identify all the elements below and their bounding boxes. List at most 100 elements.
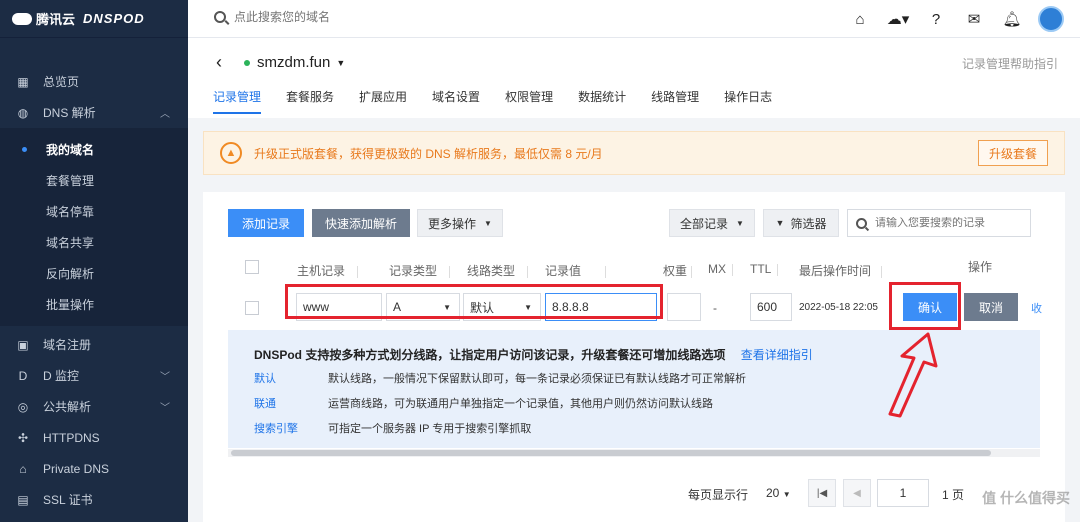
sidebar-item-public-dns[interactable]: ◎ 公共解析 ﹀ [0, 391, 188, 422]
info-row-search-engine: 搜索引擎 可指定一个服务器 IP 专用于搜索引擎抓取 [254, 420, 531, 436]
upgrade-button[interactable]: 升级套餐 [977, 140, 1048, 166]
nav-top: ▦ 总览页 ◍ DNS 解析 ︿ [0, 66, 188, 128]
avatar[interactable] [1038, 6, 1064, 32]
per-page-select[interactable]: 20 ▼ [766, 486, 791, 500]
domain-header: ‹ smzdm.fun ▼ 记录管理帮助指引 记录管理 套餐服务 扩展应用 域名… [188, 38, 1080, 118]
col-ttl: TTL [750, 262, 779, 276]
prev-page-button[interactable]: ◀ [843, 479, 871, 507]
sidebar-item-my-domains[interactable]: 我的域名 [0, 134, 188, 165]
info-row-default: 默认 默认线路，一般情况下保留默认即可，每一条记录必须保证已有默认线路才可正常解析 [254, 370, 746, 386]
status-dot-icon [244, 59, 250, 66]
line-default-link[interactable]: 默认 [254, 370, 328, 386]
info-title: DNSPod 支持按多种方式划分线路，让指定用户访问该记录，升级套餐还可增加线路… [254, 348, 813, 362]
annotation-arrow-icon [888, 332, 938, 418]
sidebar-item-sharing[interactable]: 域名共享 [0, 227, 188, 258]
tab-domain-settings[interactable]: 域名设置 [432, 88, 480, 114]
col-value: 记录值 [545, 262, 607, 279]
nav-bottom: ▣ 域名注册 D D 监控 ﹀ ◎ 公共解析 ﹀ ✣ HTTPDNS ⌂ Pri… [0, 329, 188, 515]
sidebar-item-registration[interactable]: ▣ 域名注册 [0, 329, 188, 360]
row-checkbox[interactable] [245, 301, 259, 315]
logo[interactable]: 腾讯云 DNSPOD [0, 0, 188, 38]
col-mx: MX [708, 262, 733, 276]
private-dns-icon: ⌂ [19, 461, 27, 476]
httpdns-icon: ✣ [17, 430, 29, 445]
quick-add-button[interactable]: 快速添加解析 [312, 209, 410, 237]
caret-down-icon: ▼ [736, 218, 744, 228]
help-icon[interactable]: ? [924, 7, 948, 31]
total-pages: 1 页 [942, 488, 965, 502]
line-search-engine-link[interactable]: 搜索引擎 [254, 420, 328, 436]
sidebar-item-monitor[interactable]: D D 监控 ﹀ [0, 360, 188, 391]
details-link[interactable]: 查看详细指引 [741, 348, 813, 362]
domain-selector[interactable]: smzdm.fun ▼ [244, 54, 345, 71]
ssl-icon: ▤ [17, 492, 29, 507]
upgrade-notice: ▲ 升级正式版套餐，获得更极致的 DNS 解析服务，最低仅需 8 元/月 升级套… [203, 131, 1065, 175]
sidebar-item-httpdns[interactable]: ✣ HTTPDNS [0, 422, 188, 453]
help-link[interactable]: 记录管理帮助指引 [962, 55, 1058, 72]
tencent-cloud-logo-icon [12, 12, 32, 25]
collapse-link[interactable]: 收 [1031, 300, 1042, 316]
domain-name: smzdm.fun [257, 54, 331, 71]
brand-name: 腾讯云 [36, 12, 76, 27]
bell-icon[interactable]: 🔔︎ [1000, 7, 1024, 31]
chat-icon[interactable]: ✉ [962, 7, 986, 31]
cancel-button[interactable]: 取消 [964, 293, 1018, 321]
filter-button[interactable]: ▼ 筛选器 [763, 209, 839, 237]
scrollbar-thumb[interactable] [231, 450, 991, 456]
tab-extensions[interactable]: 扩展应用 [359, 88, 407, 114]
weight-input[interactable] [667, 293, 701, 321]
notice-text: 升级正式版套餐，获得更极致的 DNS 解析服务，最低仅需 8 元/月 [254, 146, 603, 161]
more-actions-button[interactable]: 更多操作 ▼ [417, 209, 503, 237]
add-record-button[interactable]: 添加记录 [228, 209, 304, 237]
first-page-button[interactable]: |◀ [808, 479, 836, 507]
col-host: 主机记录 [297, 262, 359, 279]
info-row-unicom: 联通 运营商线路，可为联通用户单独指定一个记录值，其他用户则仍然访问默认线路 [254, 395, 713, 411]
select-all-checkbox[interactable] [245, 260, 259, 274]
register-icon: ▣ [17, 337, 29, 352]
sidebar-item-dns[interactable]: ◍ DNS 解析 ︿ [0, 97, 188, 128]
sidebar-item-private-dns[interactable]: ⌂ Private DNS [0, 453, 188, 484]
caret-down-icon: ▼ [782, 490, 791, 499]
cloud-menu-icon[interactable]: ☁▾ [886, 7, 910, 31]
domain-search-input[interactable] [234, 10, 434, 24]
record-search-input[interactable] [875, 217, 1025, 229]
tabs: 记录管理 套餐服务 扩展应用 域名设置 权限管理 数据统计 线路管理 操作日志 [213, 88, 797, 114]
sidebar-item-reverse[interactable]: 反向解析 [0, 258, 188, 289]
highlight-box-inputs [285, 284, 663, 319]
topbar: ⌂ ☁▾ ? ✉ 🔔︎ [188, 0, 1080, 38]
page-input[interactable]: 1 [877, 479, 929, 507]
sidebar-item-batch[interactable]: 批量操作 [0, 289, 188, 320]
col-type: 记录类型 [389, 262, 451, 279]
sidebar: 腾讯云 DNSPOD ▦ 总览页 ◍ DNS 解析 ︿ 我的域名 套餐管理 域名… [0, 0, 188, 522]
sidebar-item-overview[interactable]: ▦ 总览页 [0, 66, 188, 97]
top-icons: ⌂ ☁▾ ? ✉ 🔔︎ [834, 6, 1064, 32]
edit-record-row: www A ▼ 默认 ▼ 8.8.8.8 - 600 2022-05-18 22:0… [203, 282, 1065, 330]
monitor-icon: D [18, 368, 28, 383]
table-header: 主机记录 记录类型 线路类型 记录值 权重 MX TTL 最后操作时间 操作 [203, 254, 1065, 284]
line-unicom-link[interactable]: 联通 [254, 395, 328, 411]
tab-logs[interactable]: 操作日志 [724, 88, 772, 114]
ttl-input[interactable]: 600 [750, 293, 792, 321]
tab-lines[interactable]: 线路管理 [651, 88, 699, 114]
col-actions: 操作 [968, 260, 993, 274]
sidebar-item-plans[interactable]: 套餐管理 [0, 165, 188, 196]
sidebar-item-parking[interactable]: 域名停靠 [0, 196, 188, 227]
filter-icon: ▼ [775, 218, 785, 228]
back-icon[interactable]: ‹ [216, 52, 222, 73]
tab-statistics[interactable]: 数据统计 [578, 88, 626, 114]
home-icon[interactable]: ⌂ [848, 7, 872, 31]
public-dns-icon: ◎ [17, 399, 29, 414]
watermark: 值 什么值得买 [982, 490, 1070, 506]
sidebar-item-ssl[interactable]: ▤ SSL 证书 [0, 484, 188, 515]
tab-permissions[interactable]: 权限管理 [505, 88, 553, 114]
highlight-box-confirm [889, 282, 961, 330]
tab-plan[interactable]: 套餐服务 [286, 88, 334, 114]
all-records-button[interactable]: 全部记录 ▼ [669, 209, 755, 237]
caret-down-icon: ▼ [484, 218, 492, 228]
rocket-icon: ▲ [220, 142, 242, 164]
chevron-down-icon: ﹀ [160, 403, 170, 414]
tab-records[interactable]: 记录管理 [213, 88, 262, 114]
record-search[interactable] [847, 209, 1031, 237]
domain-search[interactable] [214, 10, 434, 24]
chevron-down-icon: ﹀ [160, 372, 170, 383]
